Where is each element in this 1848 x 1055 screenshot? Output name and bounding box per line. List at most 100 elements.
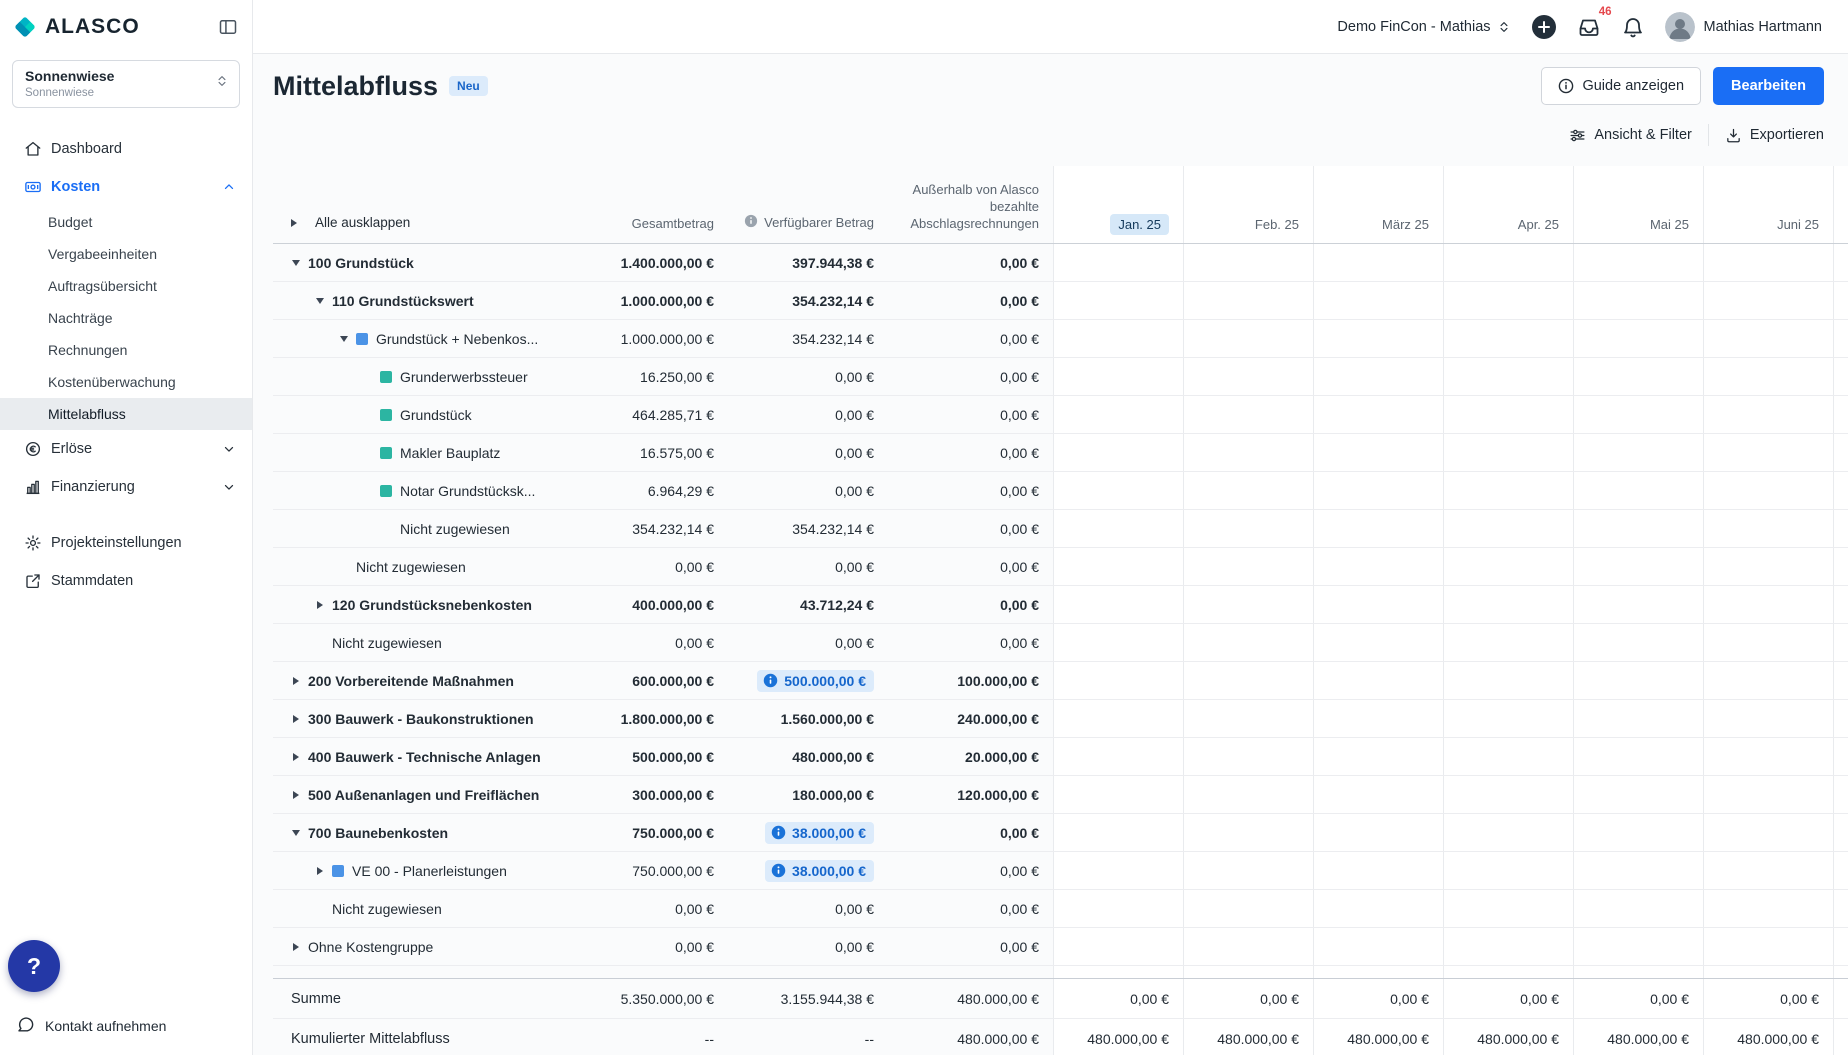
inbox-icon[interactable]: 46 xyxy=(1577,15,1601,39)
amount-cell: 38.000,00 € xyxy=(728,822,888,844)
row-name-cell[interactable]: 300 Bauwerk - Baukonstruktionen xyxy=(273,711,573,727)
sidebar-item-vergabeeinheiten[interactable]: Vergabeeinheiten xyxy=(0,238,252,270)
row-name-cell[interactable]: Grunderwerbssteuer xyxy=(273,369,573,385)
month-cell xyxy=(1053,358,1183,395)
month-cell xyxy=(1443,928,1573,965)
caret-right-icon[interactable] xyxy=(293,791,299,799)
month-cell xyxy=(1443,434,1573,471)
add-icon[interactable] xyxy=(1531,14,1557,40)
month-cell xyxy=(1313,700,1443,737)
table-row: Grundstück + Nebenkos...1.000.000,00 €35… xyxy=(273,320,1848,358)
amount-cell: 480.000,00 € xyxy=(888,1031,1053,1047)
row-name-cell[interactable]: 700 Baunebenkosten xyxy=(273,825,573,841)
table-row: Nicht zugewiesen0,00 €0,00 €0,00 € xyxy=(273,624,1848,662)
caret-right-icon[interactable] xyxy=(293,753,299,761)
sidebar-collapse-icon[interactable] xyxy=(218,17,238,37)
month-cell xyxy=(1703,472,1833,509)
sidebar: ALASCO Sonnenwiese Sonnenwiese Dashboard… xyxy=(0,0,253,1055)
row-name-cell[interactable]: Notar Grundstücksk... xyxy=(273,483,573,499)
alasco-logo: ALASCO xyxy=(12,14,140,40)
row-name-cell[interactable]: 100 Grundstück xyxy=(273,255,573,271)
workspace-selector[interactable]: Demo FinCon - Mathias xyxy=(1337,19,1510,35)
row-name-cell[interactable]: Nicht zugewiesen xyxy=(273,901,573,917)
row-label: Grundstück xyxy=(400,407,472,423)
row-name-cell[interactable]: 110 Grundstückswert xyxy=(273,293,573,309)
amount-cell: 354.232,14 € xyxy=(728,331,888,347)
sidebar-item-label: Kostenüberwachung xyxy=(48,374,176,390)
project-selector[interactable]: Sonnenwiese Sonnenwiese xyxy=(12,60,240,108)
amount-cell: 16.250,00 € xyxy=(573,369,728,385)
export-button[interactable]: Exportieren xyxy=(1725,127,1824,144)
sidebar-item-erl-se[interactable]: Erlöse xyxy=(0,430,252,468)
row-name-cell[interactable]: 120 Grundstücksnebenkosten xyxy=(273,597,573,613)
caret-down-icon[interactable] xyxy=(340,336,348,342)
month-cell xyxy=(1183,700,1313,737)
sidebar-item-finanzierung[interactable]: Finanzierung xyxy=(0,468,252,506)
sidebar-item-mittelabfluss[interactable]: Mittelabfluss xyxy=(0,398,252,430)
expand-all-control[interactable]: Alle ausklappen xyxy=(273,215,573,243)
month-cell xyxy=(1183,320,1313,357)
month-cell xyxy=(1313,472,1443,509)
caret-right-icon[interactable] xyxy=(317,601,323,609)
caret-right-icon[interactable] xyxy=(293,677,299,685)
month-cell xyxy=(1833,510,1848,547)
guide-button[interactable]: Guide anzeigen xyxy=(1541,67,1701,105)
caret-right-icon[interactable] xyxy=(317,867,323,875)
sidebar-item-kosten-berwachung[interactable]: Kostenüberwachung xyxy=(0,366,252,398)
caret-down-icon[interactable] xyxy=(316,298,324,304)
month-cell xyxy=(1313,282,1443,319)
user-menu[interactable]: Mathias Hartmann xyxy=(1665,12,1822,42)
sidebar-item-nachtr-ge[interactable]: Nachträge xyxy=(0,302,252,334)
sidebar-item-kosten[interactable]: Kosten xyxy=(0,168,252,206)
project-name: Sonnenwiese xyxy=(25,68,114,85)
view-filter-button[interactable]: Ansicht & Filter xyxy=(1569,127,1692,144)
caret-right-icon[interactable] xyxy=(293,943,299,951)
amount-cell: 354.232,14 € xyxy=(728,521,888,537)
row-label: 700 Baunebenkosten xyxy=(308,825,448,841)
caret-down-icon[interactable] xyxy=(292,830,300,836)
sidebar-item-projekteinstellungen[interactable]: Projekteinstellungen xyxy=(0,524,252,562)
row-label: 120 Grundstücksnebenkosten xyxy=(332,597,532,613)
sidebar-item-stammdaten[interactable]: Stammdaten xyxy=(0,562,252,600)
row-name-cell[interactable]: Grundstück xyxy=(273,407,573,423)
sidebar-item-budget[interactable]: Budget xyxy=(0,206,252,238)
month-cell xyxy=(1053,624,1183,661)
caret-right-icon[interactable] xyxy=(293,715,299,723)
month-label: Juni 25 xyxy=(1777,217,1819,232)
caret-down-icon[interactable] xyxy=(292,260,300,266)
sidebar-item-auftrags-bersicht[interactable]: Auftragsübersicht xyxy=(0,270,252,302)
row-name-cell[interactable]: Nicht zugewiesen xyxy=(273,559,573,575)
row-name-cell[interactable]: Grundstück + Nebenkos... xyxy=(273,331,573,347)
row-name-cell[interactable]: 500 Außenanlagen und Freiflächen xyxy=(273,787,573,803)
row-name-cell[interactable]: 200 Vorbereitende Maßnahmen xyxy=(273,673,573,689)
bell-icon[interactable] xyxy=(1621,15,1645,39)
chevron-down-icon xyxy=(222,480,236,494)
row-name-cell[interactable]: Nicht zugewiesen xyxy=(273,635,573,651)
row-name-cell[interactable]: VE 00 - Planerleistungen xyxy=(273,863,573,879)
sidebar-item-dashboard[interactable]: Dashboard xyxy=(0,130,252,168)
contact-button[interactable]: Kontakt aufnehmen xyxy=(16,1015,166,1037)
amount-cell: 100.000,00 € xyxy=(888,673,1053,689)
sidebar-item-label: Nachträge xyxy=(48,310,113,326)
month-cell xyxy=(1573,548,1703,585)
edit-button[interactable]: Bearbeiten xyxy=(1713,67,1824,105)
month-cell xyxy=(1573,358,1703,395)
row-name-cell[interactable]: 400 Bauwerk - Technische Anlagen xyxy=(273,749,573,765)
amount-cell: 0,00 € xyxy=(888,445,1053,461)
month-cell xyxy=(1573,776,1703,813)
row-name-cell[interactable]: Nicht zugewiesen xyxy=(273,521,573,537)
month-cell xyxy=(1573,738,1703,775)
amount-cell: 480.000,00 € xyxy=(888,991,1053,1007)
sidebar-nav: DashboardKostenBudget Vergabeeinheiten Auf… xyxy=(0,122,252,1055)
cost-element-icon xyxy=(356,333,368,345)
amount-cell: 0,00 € xyxy=(888,559,1053,575)
month-cell xyxy=(1703,662,1833,699)
sidebar-item-rechnungen[interactable]: Rechnungen xyxy=(0,334,252,366)
month-cell xyxy=(1833,472,1848,509)
row-name-cell[interactable]: Ohne Kostengruppe xyxy=(273,939,573,955)
row-name-cell[interactable]: Makler Bauplatz xyxy=(273,445,573,461)
help-button[interactable]: ? xyxy=(8,940,60,992)
sidebar-item-label: Vergabeeinheiten xyxy=(48,246,157,262)
chat-icon xyxy=(16,1015,35,1037)
month-cell xyxy=(1833,320,1848,357)
